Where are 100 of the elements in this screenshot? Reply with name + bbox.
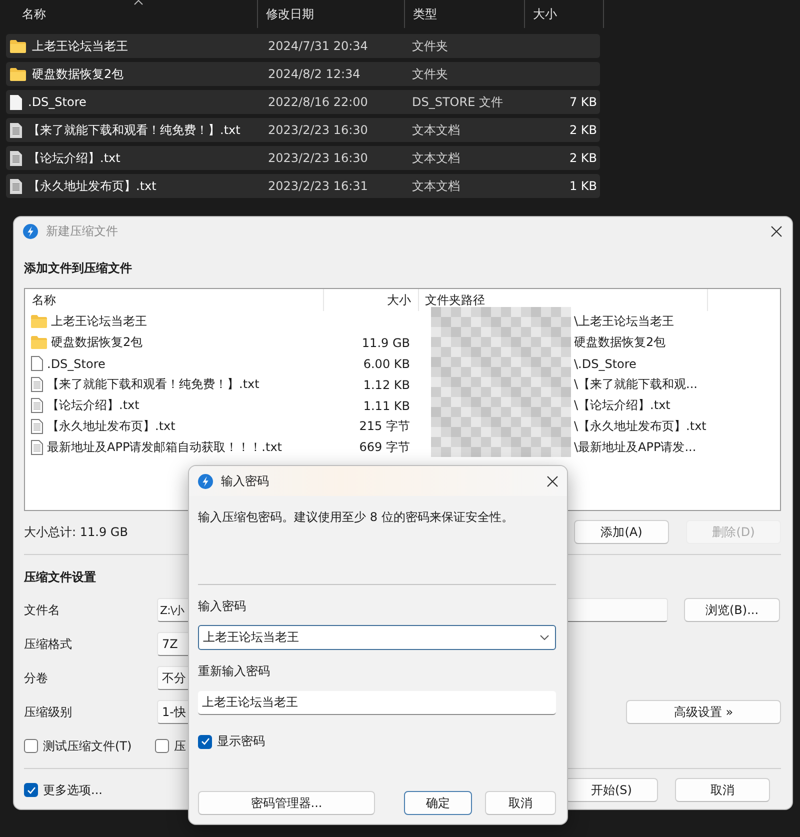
browse-button[interactable]: 浏览(B)... (684, 598, 780, 622)
field-label: 重新输入密码 (198, 663, 271, 680)
modified-date: 2022/8/16 22:00 (268, 95, 369, 109)
checkbox-label: 更多选项... (43, 782, 102, 798)
checkbox[interactable] (24, 783, 38, 797)
modified-date: 2024/7/31 20:34 (268, 39, 369, 53)
file-size: 1.12 KB (362, 378, 411, 392)
folder-path: \【来了就能下载和观... (573, 376, 698, 393)
file-row[interactable]: 上老王论坛当老王 2024/7/31 20:34 文件夹 (6, 34, 600, 58)
column-header[interactable]: 大小 (324, 289, 419, 311)
advanced-settings-button[interactable]: 高级设置 » (626, 700, 781, 724)
file-size: 669 字节 (358, 439, 411, 456)
field-label: 压缩格式 (24, 636, 73, 652)
password-combo-box[interactable]: 上老王论坛当老王 (198, 625, 556, 650)
cancel-button[interactable]: 取消 (675, 778, 770, 802)
checkbox[interactable] (24, 739, 38, 753)
file-name: 上老王论坛当老王 (32, 38, 128, 54)
folder-icon (31, 336, 47, 349)
field-label: 分卷 (24, 670, 49, 686)
section-heading: 压缩文件设置 (24, 569, 97, 586)
folder-path: \上老王论坛当老王 (573, 313, 676, 330)
file-type: 文本文档 (412, 150, 461, 166)
file-row[interactable]: 【永久地址发布页】.txt 2023/2/23 16:31 文本文档 1 KB (6, 174, 600, 198)
close-icon[interactable] (771, 226, 782, 236)
column-header[interactable]: 大小 (525, 0, 604, 28)
file-name: 硬盘数据恢复2包 (32, 66, 124, 82)
file-row[interactable]: 【来了就能下载和观看！纯免费！】.txt 2023/2/23 16:30 文本文档 2 KB (6, 118, 600, 142)
window-title: 新建压缩文件 (46, 222, 119, 240)
checkbox-label: 测试压缩文件(T) (43, 738, 132, 754)
column-header[interactable]: 类型 (405, 0, 525, 28)
section-heading: 添加文件到压缩文件 (24, 260, 133, 277)
file-name: 【永久地址发布页】.txt (47, 418, 176, 435)
text-document-icon (10, 150, 22, 166)
file-type: 文本文档 (412, 122, 461, 138)
modified-date: 2024/8/2 12:34 (268, 67, 362, 81)
file-name: 【来了就能下载和观看！纯免费！】.txt (47, 376, 260, 393)
column-header[interactable]: 名称 (25, 289, 324, 311)
checkbox[interactable] (198, 734, 212, 748)
text-document-icon (10, 122, 22, 138)
file-type: 文件夹 (412, 38, 449, 54)
folder-icon (31, 315, 47, 328)
password-field[interactable]: 上老王论坛当老王 (198, 691, 556, 715)
close-icon[interactable] (547, 476, 558, 486)
file-size: 6.00 KB (362, 356, 411, 370)
chevron-down-icon[interactable] (540, 635, 549, 640)
password-manager-button[interactable]: 密码管理器... (198, 791, 375, 815)
document-icon (10, 94, 22, 110)
checkbox-label: 显示密码 (217, 733, 265, 750)
file-size: 11.9 GB (360, 336, 411, 350)
text-document-icon (31, 440, 43, 455)
file-name: 【论坛介绍】.txt (28, 150, 120, 166)
folder-icon (10, 68, 26, 80)
document-icon (31, 356, 43, 371)
checkbox-label: 压 (174, 738, 186, 754)
file-size: 1 KB (568, 179, 597, 193)
folder-path: \最新地址及APP请发... (573, 439, 698, 456)
file-name: 上老王论坛当老王 (51, 313, 147, 330)
file-row[interactable]: 硬盘数据恢复2包 2024/8/2 12:34 文件夹 (6, 62, 600, 86)
checkbox[interactable] (155, 739, 169, 753)
file-name: 硬盘数据恢复2包 (51, 334, 143, 351)
file-type: 文本文档 (412, 178, 461, 194)
column-header[interactable]: 修改日期 (258, 0, 405, 28)
instruction-text: 输入压缩包密码。建议使用至少 8 位的密码来保证安全性。 (198, 509, 514, 526)
field-label: 压缩级别 (24, 704, 73, 720)
ok-button[interactable]: 确定 (404, 791, 472, 815)
dialog-title: 输入密码 (221, 472, 270, 490)
cancel-button[interactable]: 取消 (485, 791, 556, 815)
field-label: 文件名 (24, 602, 61, 618)
text-document-icon (31, 377, 43, 392)
add-button[interactable]: 添加(A) (574, 520, 669, 544)
modified-date: 2023/2/23 16:30 (268, 151, 369, 165)
file-row[interactable]: .DS_Store 2022/8/16 22:00 DS_STORE 文件 7 KB (6, 90, 600, 114)
file-size: 1.11 KB (362, 398, 411, 412)
text-document-icon (31, 398, 43, 413)
text-document-icon (31, 419, 43, 434)
file-row[interactable]: 【论坛介绍】.txt 2023/2/23 16:30 文本文档 2 KB (6, 146, 600, 170)
modified-date: 2023/2/23 16:31 (268, 179, 369, 193)
file-type: DS_STORE 文件 (412, 94, 504, 110)
modified-date: 2023/2/23 16:30 (268, 123, 369, 137)
folder-path: \.DS_Store (573, 356, 638, 370)
start-button[interactable]: 开始(S) (565, 778, 658, 802)
file-name: .DS_Store (47, 356, 106, 370)
file-size: 2 KB (568, 151, 597, 165)
file-name: 【永久地址发布页】.txt (28, 178, 156, 194)
checkmark-icon (200, 737, 210, 746)
folder-icon (10, 40, 26, 52)
file-name: 最新地址及APP请发邮箱自动获取！！！.txt (47, 439, 282, 456)
file-size: 7 KB (568, 95, 597, 109)
column-header[interactable]: 名称 (0, 0, 258, 28)
file-size: 215 字节 (358, 418, 411, 435)
folder-path: 硬盘数据恢复2包 (573, 334, 667, 351)
checkmark-icon (26, 786, 36, 794)
file-name: 【论坛介绍】.txt (47, 397, 140, 414)
file-type: 文件夹 (412, 66, 449, 82)
folder-path: \【永久地址发布页】.txt (573, 418, 708, 435)
lightning-icon (198, 474, 213, 488)
folder-path: \【论坛介绍】.txt (573, 397, 672, 414)
file-name: 【来了就能下载和观看！纯免费！】.txt (28, 122, 240, 138)
file-name: .DS_Store (28, 95, 86, 109)
file-size: 2 KB (568, 123, 597, 137)
